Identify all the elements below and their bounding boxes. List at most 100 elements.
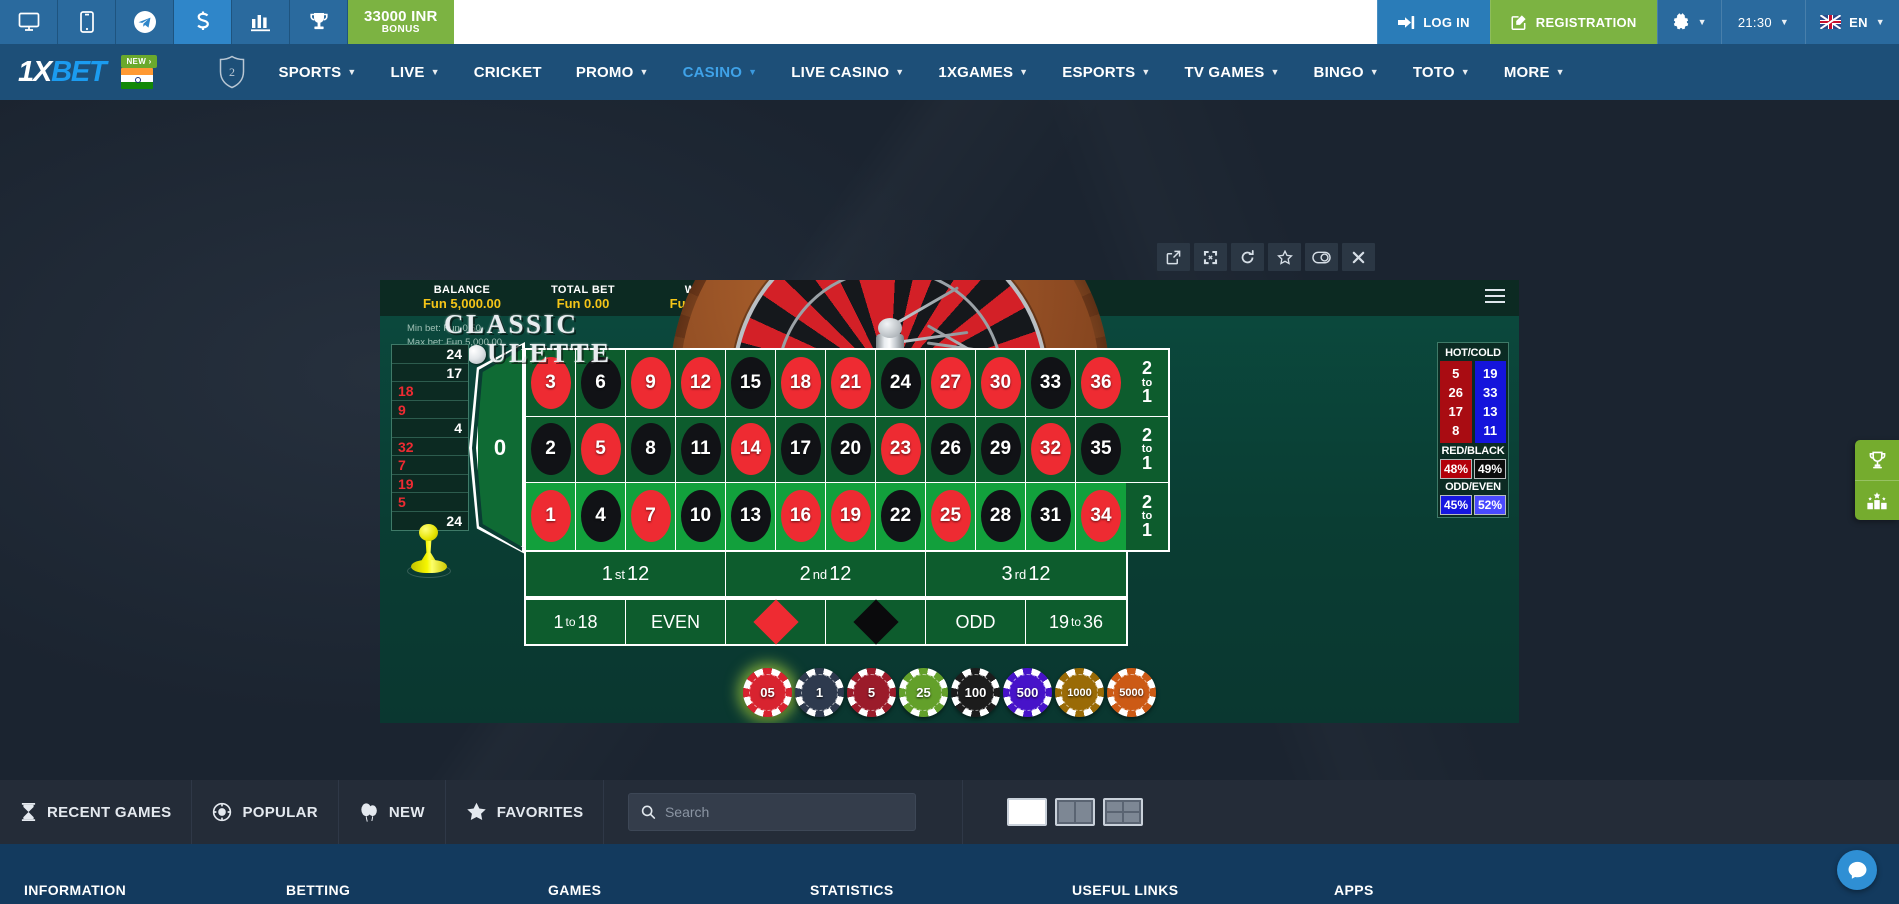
- bet-cell-21[interactable]: 21: [826, 350, 876, 417]
- bet-cell-15[interactable]: 15: [726, 350, 776, 417]
- bet-cell-23[interactable]: 23: [876, 416, 926, 484]
- bet-cell-17[interactable]: 17: [776, 416, 826, 484]
- promo-shield-icon[interactable]: 2: [217, 54, 247, 90]
- chip-25[interactable]: 25: [899, 668, 948, 717]
- chip-1000[interactable]: 1000: [1055, 668, 1104, 717]
- trophy-icon[interactable]: [290, 0, 348, 44]
- game-menu-icon[interactable]: [1485, 289, 1505, 307]
- bonus-badge[interactable]: 33000 INR BONUS: [348, 0, 454, 44]
- search-box[interactable]: [628, 793, 917, 831]
- chip-5000[interactable]: 5000: [1107, 668, 1156, 717]
- nav-item-1xgames[interactable]: 1XGAMES ▼: [921, 64, 1045, 81]
- bet-cell-20[interactable]: 20: [826, 416, 876, 484]
- bet-red[interactable]: [726, 599, 826, 645]
- view-double-button[interactable]: [1055, 798, 1096, 826]
- telegram-icon[interactable]: [116, 0, 174, 44]
- dozen-bet-3rd[interactable]: 3rd 12: [926, 552, 1126, 596]
- column-bet-middle[interactable]: 2 to 1: [1126, 416, 1168, 484]
- bet-cell-14[interactable]: 14: [726, 416, 776, 484]
- toggle-icon[interactable]: [1305, 243, 1338, 271]
- nav-item-esports[interactable]: ESPORTS ▼: [1045, 64, 1167, 81]
- dozen-bet-1st[interactable]: 1st 12: [526, 552, 726, 596]
- bet-cell-24[interactable]: 24: [876, 350, 926, 417]
- bet-cell-16[interactable]: 16: [776, 483, 826, 550]
- bet-cell-33[interactable]: 33: [1026, 350, 1076, 417]
- view-quad-button[interactable]: [1103, 798, 1144, 826]
- nav-item-casino[interactable]: CASINO ▼: [666, 64, 775, 81]
- desktop-icon[interactable]: [0, 0, 58, 44]
- bet-cell-29[interactable]: 29: [976, 416, 1026, 484]
- bet-cell-3[interactable]: 3: [526, 350, 576, 417]
- bet-cell-8[interactable]: 8: [626, 416, 676, 484]
- chip-500[interactable]: 500: [1003, 668, 1052, 717]
- bet-black[interactable]: [826, 599, 926, 645]
- bet-cell-9[interactable]: 9: [626, 350, 676, 417]
- reload-icon[interactable]: [1231, 243, 1264, 271]
- tab-recent-games[interactable]: RECENT GAMES: [0, 780, 193, 844]
- nav-item-more[interactable]: MORE ▼: [1487, 64, 1582, 81]
- column-bet-bottom[interactable]: 2 to 1: [1126, 483, 1168, 550]
- time-button[interactable]: 21:30 ▼: [1720, 0, 1806, 44]
- bet-cell-26[interactable]: 26: [926, 416, 976, 484]
- bet-cell-zero[interactable]: 0: [476, 348, 524, 548]
- bet-cell-18[interactable]: 18: [776, 350, 826, 417]
- nav-item-sports[interactable]: SPORTS ▼: [261, 64, 373, 81]
- leaderboard-icon[interactable]: [1855, 480, 1899, 520]
- bet-cell-27[interactable]: 27: [926, 350, 976, 417]
- mobile-icon[interactable]: [58, 0, 116, 44]
- bet-cell-36[interactable]: 36: [1076, 350, 1126, 417]
- statistics-icon[interactable]: [232, 0, 290, 44]
- chip-1[interactable]: 1: [795, 668, 844, 717]
- bet-cell-2[interactable]: 2: [526, 416, 576, 484]
- bet-cell-5[interactable]: 5: [576, 416, 626, 484]
- bet-cell-10[interactable]: 10: [676, 483, 726, 550]
- bet-cell-32[interactable]: 32: [1026, 416, 1076, 484]
- nav-item-live-casino[interactable]: LIVE CASINO ▼: [774, 64, 921, 81]
- view-single-button[interactable]: [1007, 798, 1048, 826]
- bet-even[interactable]: EVEN: [626, 600, 726, 644]
- brand-logo[interactable]: 1XBET: [18, 57, 107, 87]
- india-new-badge[interactable]: NEW ›: [117, 55, 163, 89]
- login-button[interactable]: LOG IN: [1377, 0, 1490, 44]
- nav-item-cricket[interactable]: CRICKET: [457, 64, 559, 81]
- bet-cell-13[interactable]: 13: [726, 483, 776, 550]
- nav-item-tv-games[interactable]: TV GAMES ▼: [1167, 64, 1296, 81]
- bet-cell-35[interactable]: 35: [1076, 416, 1126, 484]
- language-button[interactable]: EN ▼: [1805, 0, 1899, 44]
- search-input[interactable]: [664, 804, 904, 820]
- tab-favorites[interactable]: FAVORITES: [446, 780, 605, 844]
- bet-odd[interactable]: ODD: [926, 600, 1026, 644]
- settings-button[interactable]: ▼: [1656, 0, 1721, 44]
- trophy-icon[interactable]: [1855, 440, 1899, 480]
- column-bet-top[interactable]: 2 to 1: [1126, 350, 1168, 417]
- bet-cell-19[interactable]: 19: [826, 483, 876, 550]
- bet-cell-4[interactable]: 4: [576, 483, 626, 550]
- chip-0.5[interactable]: 05: [743, 668, 792, 717]
- bet-cell-12[interactable]: 12: [676, 350, 726, 417]
- bet-cell-11[interactable]: 11: [676, 416, 726, 484]
- bet-cell-31[interactable]: 31: [1026, 483, 1076, 550]
- close-icon[interactable]: [1342, 243, 1375, 271]
- nav-item-bingo[interactable]: BINGO ▼: [1297, 64, 1396, 81]
- tab-popular[interactable]: POPULAR: [192, 780, 339, 844]
- dozen-bet-2nd[interactable]: 2nd 12: [726, 552, 926, 596]
- favorite-star-icon[interactable]: [1268, 243, 1301, 271]
- bet-cell-6[interactable]: 6: [576, 350, 626, 417]
- bet-1-to-18[interactable]: 1 to 18: [526, 600, 626, 644]
- support-chat-button[interactable]: [1837, 850, 1877, 890]
- nav-item-toto[interactable]: TOTO ▼: [1396, 64, 1487, 81]
- nav-item-live[interactable]: LIVE ▼: [373, 64, 456, 81]
- bet-19-to-36[interactable]: 19 to 36: [1026, 600, 1126, 644]
- chip-5[interactable]: 5: [847, 668, 896, 717]
- bet-cell-30[interactable]: 30: [976, 350, 1026, 417]
- fullscreen-icon[interactable]: [1194, 243, 1227, 271]
- chip-100[interactable]: 100: [951, 668, 1000, 717]
- open-new-window-icon[interactable]: [1157, 243, 1190, 271]
- bet-cell-1[interactable]: 1: [526, 483, 576, 550]
- registration-button[interactable]: REGISTRATION: [1489, 0, 1657, 44]
- bet-cell-34[interactable]: 34: [1076, 483, 1126, 550]
- bet-cell-25[interactable]: 25: [926, 483, 976, 550]
- bet-cell-28[interactable]: 28: [976, 483, 1026, 550]
- dollar-icon[interactable]: [174, 0, 232, 44]
- bet-cell-7[interactable]: 7: [626, 483, 676, 550]
